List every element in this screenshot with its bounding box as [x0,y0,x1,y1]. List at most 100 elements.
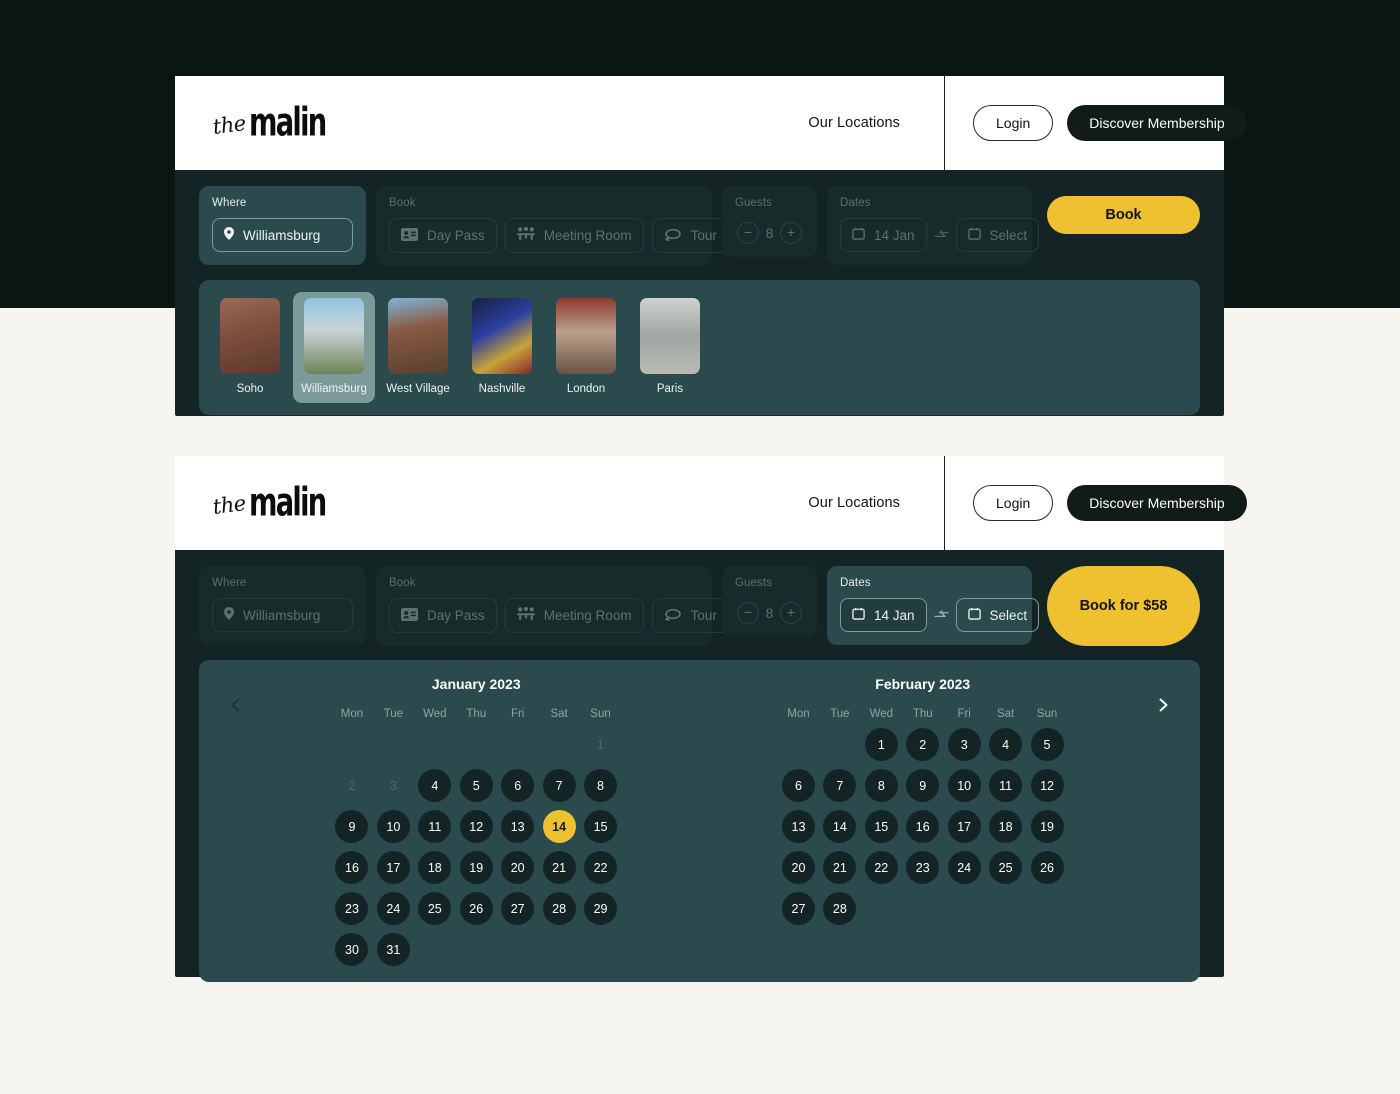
nav-our-locations[interactable]: Our Locations [808,115,900,131]
calendar-day[interactable]: 17 [376,851,410,884]
nav-our-locations[interactable]: Our Locations [808,495,900,511]
calendar-day[interactable]: 5 [1030,728,1064,761]
where-input-one[interactable]: Williamsburg [212,218,353,252]
calendar-day[interactable]: 9 [335,810,369,843]
calendar-day[interactable]: 5 [459,769,493,802]
calendar-day[interactable]: 24 [947,851,981,884]
tour-option-one[interactable]: Tour [651,218,729,253]
calendar-day[interactable]: 22 [864,851,898,884]
brand-logo[interactable]: the malin [211,103,347,142]
calendar-blank-cell [543,728,576,761]
calendar-day[interactable]: 15 [864,810,898,843]
calendar-next-month-button[interactable] [1146,688,1180,722]
guests-increment-one[interactable]: + [779,222,802,244]
guests-decrement-two[interactable]: − [737,602,759,624]
calendar-day[interactable]: 3 [947,728,981,761]
meeting-room-option-two[interactable]: Meeting Room [504,598,644,633]
calendar-day[interactable]: 16 [906,810,940,843]
dates-field-one[interactable]: Dates 14 Jan Select [827,186,1040,265]
guests-field-two[interactable]: Guests − 8 + [722,566,817,637]
calendar-day[interactable]: 21 [823,851,857,884]
calendar-day[interactable]: 29 [584,892,618,925]
calendar-day[interactable]: 23 [335,892,369,925]
calendar-day[interactable]: 10 [376,810,410,843]
location-card[interactable]: Paris [629,292,711,403]
calendar-day[interactable]: 16 [335,851,369,884]
calendar-day[interactable]: 15 [584,810,618,843]
calendar-day[interactable]: 26 [459,892,493,925]
calendar-day[interactable]: 4 [989,728,1023,761]
calendar-day[interactable]: 10 [947,769,981,802]
calendar-day[interactable]: 25 [418,892,452,925]
calendar-day[interactable]: 11 [418,810,452,843]
calendar-day[interactable]: 18 [989,810,1023,843]
calendar-day[interactable]: 4 [418,769,452,802]
calendar-day[interactable]: 6 [501,769,535,802]
book-field-one[interactable]: Book Day Pass Meeting Room Tour [376,186,729,266]
location-card[interactable]: Williamsburg [293,292,375,403]
discover-membership-button[interactable]: Discover Membership [1067,105,1247,141]
calendar-day[interactable]: 9 [906,769,940,802]
brand-logo[interactable]: the malin [211,483,347,522]
calendar-day[interactable]: 17 [947,810,981,843]
tour-option-two[interactable]: Tour [651,598,729,633]
date-end-two[interactable]: Select [955,598,1040,632]
calendar-day[interactable]: 24 [376,892,410,925]
where-field-one[interactable]: Where Williamsburg [199,186,366,265]
calendar-day[interactable]: 13 [781,810,815,843]
book-for-price-button[interactable]: Book for $58 [1047,566,1200,646]
login-button[interactable]: Login [973,105,1054,141]
calendar-day[interactable]: 11 [989,769,1023,802]
calendar-day[interactable]: 20 [781,851,815,884]
calendar-day[interactable]: 12 [1030,769,1064,802]
calendar-day[interactable]: 14 [823,810,857,843]
location-card[interactable]: London [545,292,627,403]
calendar-day[interactable]: 8 [584,769,618,802]
calendar-day[interactable]: 19 [459,851,493,884]
location-card[interactable]: Nashville [461,292,543,403]
calendar-day[interactable]: 7 [542,769,576,802]
discover-membership-button[interactable]: Discover Membership [1067,485,1247,521]
calendar-day[interactable]: 28 [542,892,576,925]
date-start-two[interactable]: 14 Jan [840,598,927,632]
calendar-day[interactable]: 19 [1030,810,1064,843]
calendar-day[interactable]: 20 [501,851,535,884]
calendar-day[interactable]: 25 [989,851,1023,884]
calendar-day[interactable]: 22 [584,851,618,884]
calendar-prev-month-button[interactable] [219,688,253,722]
calendar-day[interactable]: 6 [781,769,815,802]
calendar-day[interactable]: 21 [542,851,576,884]
location-card[interactable]: West Village [377,292,459,403]
date-start-one[interactable]: 14 Jan [840,218,927,252]
calendar-day[interactable]: 13 [501,810,535,843]
calendar-day[interactable]: 23 [906,851,940,884]
book-button-one[interactable]: Book [1047,196,1200,234]
date-end-one[interactable]: Select [955,218,1040,252]
where-input-two[interactable]: Williamsburg [212,598,353,632]
calendar-day[interactable]: 27 [501,892,535,925]
calendar-day[interactable]: 28 [823,892,857,925]
day-pass-option-one[interactable]: Day Pass [389,218,497,253]
calendar-day[interactable]: 12 [459,810,493,843]
calendar-day[interactable]: 31 [376,933,410,966]
calendar-day[interactable]: 8 [864,769,898,802]
guests-field-one[interactable]: Guests − 8 + [722,186,817,257]
login-button[interactable]: Login [973,485,1054,521]
dates-field-two[interactable]: Dates 14 Jan Select [827,566,1040,645]
calendar-day[interactable]: 2 [906,728,940,761]
guests-increment-two[interactable]: + [779,602,802,624]
calendar-day[interactable]: 18 [418,851,452,884]
book-field-two[interactable]: Book Day Pass Meeting Room Tour [376,566,729,646]
location-card[interactable]: Soho [209,292,291,403]
calendar-day[interactable]: 30 [335,933,369,966]
calendar-day[interactable]: 27 [781,892,815,925]
calendar-day-disabled: 1 [597,737,604,752]
meeting-room-option-one[interactable]: Meeting Room [504,218,644,253]
calendar-day-selected[interactable]: 14 [542,810,576,843]
calendar-day[interactable]: 1 [864,728,898,761]
day-pass-option-two[interactable]: Day Pass [389,598,497,633]
where-field-two[interactable]: Where Williamsburg [199,566,366,645]
calendar-day[interactable]: 26 [1030,851,1064,884]
guests-decrement-one[interactable]: − [737,222,759,244]
calendar-day[interactable]: 7 [823,769,857,802]
